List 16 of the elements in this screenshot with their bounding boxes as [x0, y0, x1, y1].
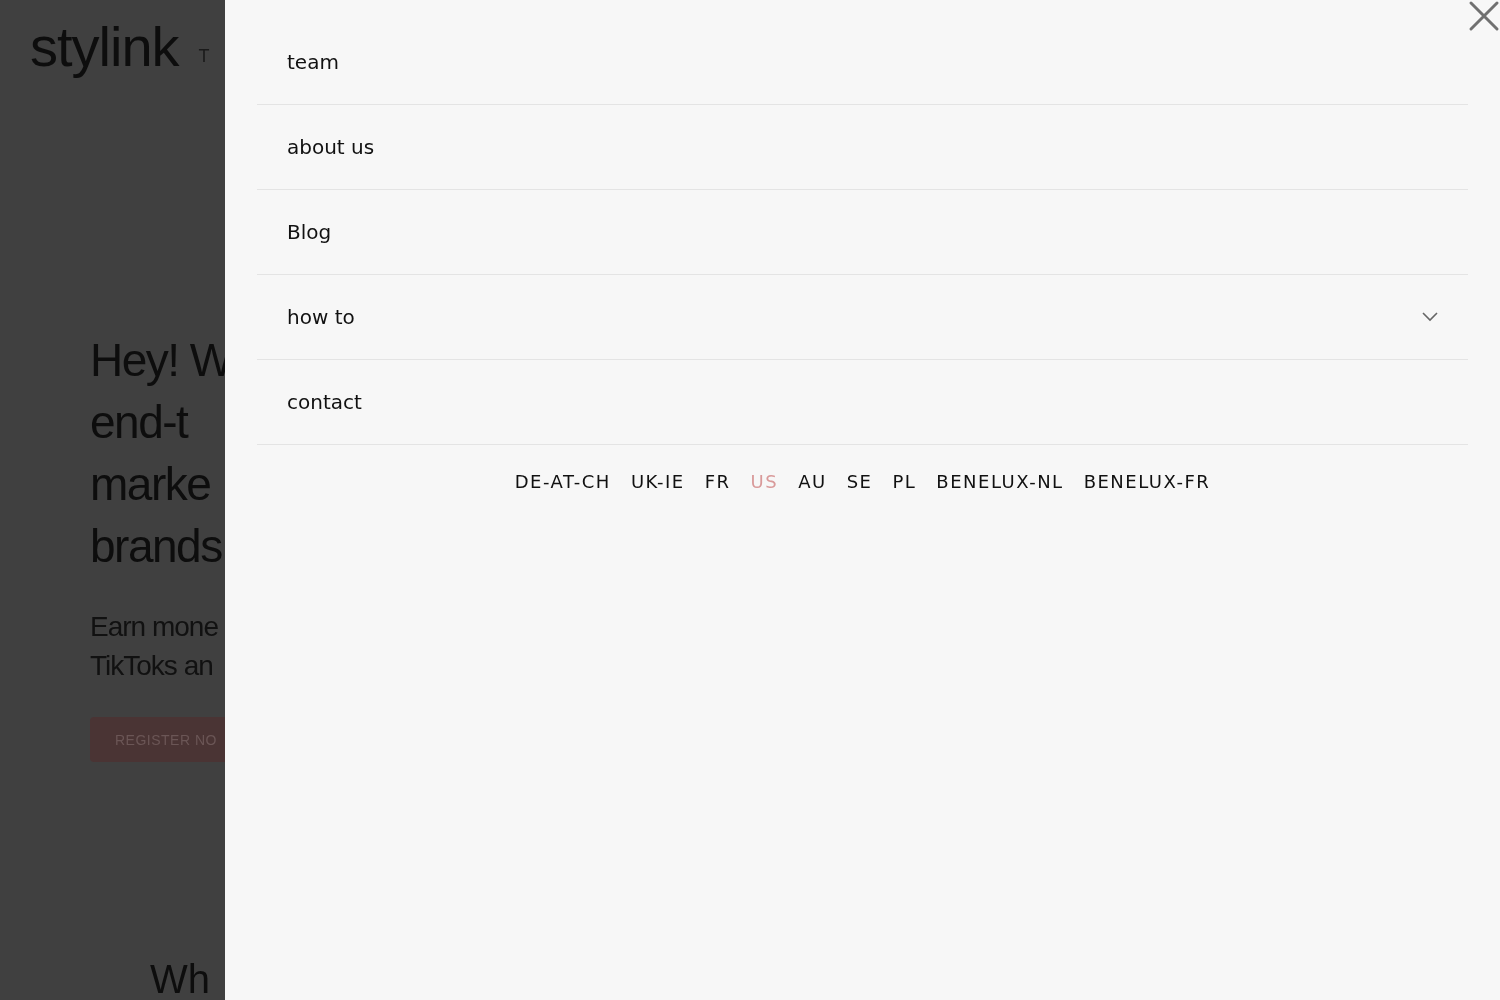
language-link[interactable]: BENELUX-FR [1083, 471, 1211, 492]
close-icon [1468, 0, 1500, 32]
menu-item[interactable]: how to [257, 275, 1468, 360]
language-link[interactable]: DE-AT-CH [514, 471, 611, 492]
language-link[interactable]: SE [846, 471, 873, 492]
chevron-down-icon [1422, 312, 1438, 322]
language-link[interactable]: BENELUX-NL [936, 471, 1064, 492]
menu-item[interactable]: Blog [257, 190, 1468, 275]
close-button[interactable] [1468, 0, 1500, 32]
language-link[interactable]: FR [704, 471, 731, 492]
menu-item[interactable]: about us [257, 105, 1468, 190]
language-link[interactable]: UK-IE [630, 471, 685, 492]
menu-item[interactable]: contact [257, 360, 1468, 445]
menu-item[interactable]: team [257, 20, 1468, 105]
language-link[interactable]: PL [892, 471, 917, 492]
language-link[interactable]: AU [798, 471, 827, 492]
